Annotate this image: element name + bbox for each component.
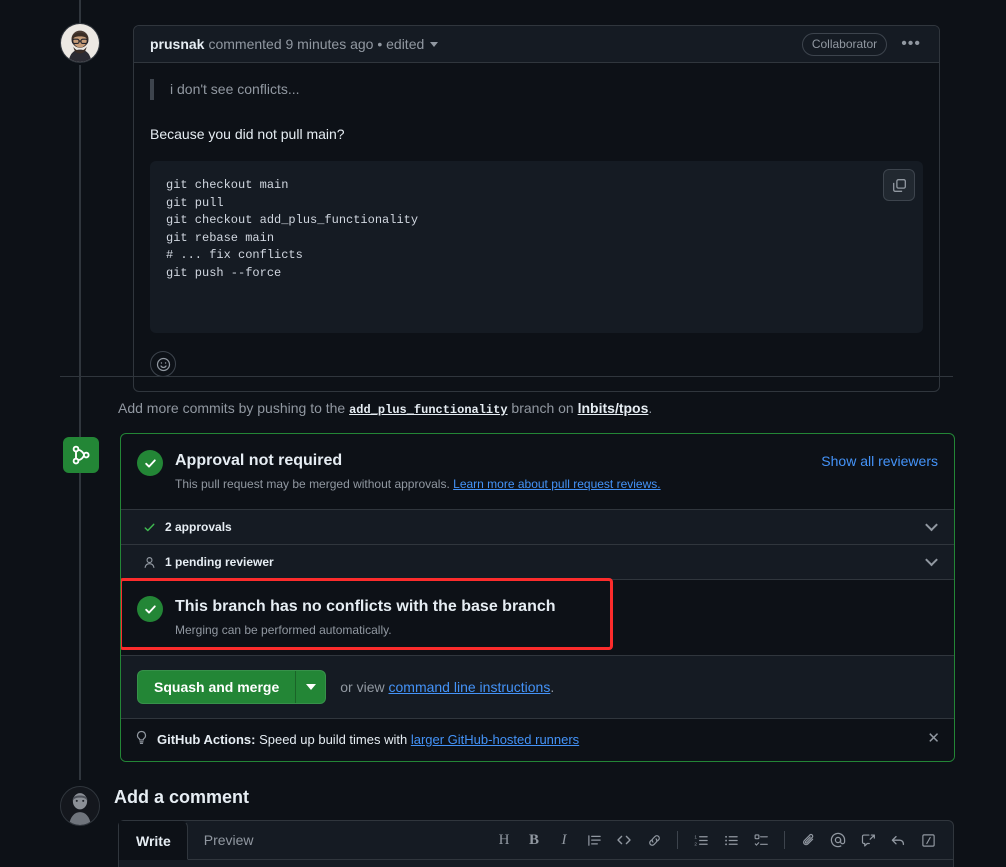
- task-list-icon[interactable]: [748, 827, 774, 853]
- comment-body: i don't see conflicts... Because you did…: [134, 63, 939, 391]
- approval-subtitle-text: This pull request may be merged without …: [175, 477, 450, 491]
- or-view-period: .: [550, 679, 555, 695]
- italic-icon[interactable]: I: [551, 827, 577, 853]
- comment-header-actions: Collaborator •••: [801, 26, 925, 62]
- timeline-rail-lower: [79, 473, 81, 780]
- merge-actions: Squash and merge or view command line in…: [121, 655, 954, 718]
- commits-notice-suffix: .: [648, 400, 653, 416]
- comment-editor: Write Preview H B I 1 2: [118, 820, 954, 867]
- squash-and-merge-group: Squash and merge: [137, 670, 327, 704]
- edit-history-caret-icon[interactable]: [430, 41, 439, 47]
- chevron-down-icon[interactable]: [925, 553, 938, 567]
- branch-link[interactable]: add_plus_functionality: [349, 403, 507, 417]
- link-icon[interactable]: [641, 827, 667, 853]
- status-badge: Collaborator: [801, 32, 888, 56]
- timeline-rail-top: [79, 0, 81, 25]
- toolbar-divider: [784, 831, 785, 849]
- avatar-prusnak[interactable]: [60, 23, 100, 63]
- person-icon: [143, 556, 165, 569]
- ordered-list-icon[interactable]: 1 2: [688, 827, 714, 853]
- reply-icon[interactable]: [885, 827, 911, 853]
- command-line-note: or view command line instructions.: [340, 679, 554, 695]
- toolbar-divider: [677, 831, 678, 849]
- attach-files-icon[interactable]: [795, 827, 821, 853]
- squash-and-merge-button[interactable]: Squash and merge: [138, 671, 295, 703]
- timeline-rail-mid: [79, 65, 81, 376]
- svg-text:1: 1: [694, 834, 697, 839]
- code-block-text: git checkout main git pull git checkout …: [166, 178, 419, 280]
- conflicts-subtitle: Merging can be performed automatically.: [175, 623, 392, 637]
- lightbulb-icon: [134, 730, 149, 750]
- check-icon: [137, 450, 163, 476]
- commits-notice-middle: branch on: [507, 400, 578, 416]
- code-icon[interactable]: [611, 827, 637, 853]
- row-pending-reviewer[interactable]: 1 pending reviewer: [121, 544, 954, 579]
- comment-header: prusnak commented 9 minutes ago • edited…: [134, 26, 939, 63]
- learn-more-link[interactable]: Learn more about pull request reviews.: [453, 477, 660, 491]
- editor-tabstrip: Write Preview H B I 1 2: [119, 821, 953, 860]
- bold-icon[interactable]: B: [521, 827, 547, 853]
- comment-menu-button[interactable]: •••: [897, 33, 925, 55]
- show-all-reviewers-link[interactable]: Show all reviewers: [821, 453, 938, 469]
- bold-glyph: B: [528, 831, 539, 848]
- add-more-commits-notice: Add more commits by pushing to the add_p…: [118, 398, 652, 420]
- comment-author[interactable]: prusnak: [150, 36, 204, 52]
- heading-icon[interactable]: H: [491, 827, 517, 853]
- check-icon: [137, 596, 163, 622]
- pull-request-timeline: prusnak commented 9 minutes ago • edited…: [0, 0, 1006, 867]
- or-view-text: or view: [340, 679, 389, 695]
- svg-text:2: 2: [694, 841, 697, 846]
- promo-text: Speed up build times with: [255, 732, 411, 747]
- mention-icon[interactable]: [825, 827, 851, 853]
- chevron-down-icon: [305, 684, 316, 690]
- merge-box: Approval not required This pull request …: [120, 433, 955, 762]
- repo-link[interactable]: lnbits/tpos: [578, 400, 649, 416]
- chevron-down-icon[interactable]: [925, 518, 938, 532]
- row-approvals[interactable]: 2 approvals: [121, 509, 954, 544]
- page-title: Add a comment: [114, 787, 250, 807]
- command-line-instructions-link[interactable]: command line instructions: [389, 679, 551, 695]
- commits-notice-prefix: Add more commits by pushing to the: [118, 400, 350, 416]
- git-merge-icon: [63, 437, 99, 473]
- unordered-list-icon[interactable]: [718, 827, 744, 853]
- heading-glyph: H: [498, 831, 510, 848]
- approval-subtitle: This pull request may be merged without …: [175, 475, 938, 493]
- github-actions-promo: GitHub Actions: Speed up build times wit…: [121, 718, 954, 761]
- code-block: git checkout main git pull git checkout …: [150, 161, 923, 333]
- comment-card: prusnak commented 9 minutes ago • edited…: [133, 25, 940, 392]
- approval-section: Approval not required This pull request …: [121, 434, 954, 509]
- row-approvals-label: 2 approvals: [165, 520, 232, 534]
- merge-dropdown-button[interactable]: [295, 671, 325, 703]
- avatar-current-user[interactable]: [60, 786, 100, 826]
- saved-replies-icon[interactable]: [855, 827, 881, 853]
- timeline-divider: [60, 376, 953, 377]
- comment-blockquote: i don't see conflicts...: [150, 79, 923, 100]
- tab-preview[interactable]: Preview: [188, 821, 271, 859]
- slash-command-icon[interactable]: [915, 827, 941, 853]
- check-icon: [143, 521, 165, 534]
- add-reaction-button[interactable]: [150, 351, 176, 377]
- conflicts-title: This branch has no conflicts with the ba…: [175, 598, 556, 615]
- quote-icon[interactable]: [581, 827, 607, 853]
- close-icon[interactable]: ✕: [927, 730, 940, 748]
- larger-runners-link[interactable]: larger GitHub-hosted runners: [411, 732, 579, 747]
- comment-paragraph: Because you did not pull main?: [150, 126, 345, 142]
- promo-label: GitHub Actions:: [157, 732, 256, 747]
- copy-icon[interactable]: [883, 169, 915, 201]
- conflicts-section: This branch has no conflicts with the ba…: [121, 578, 954, 655]
- comment-meta: commented 9 minutes ago • edited: [208, 36, 425, 52]
- timeline-rail-bottom: [79, 376, 81, 437]
- row-pending-reviewer-label: 1 pending reviewer: [165, 555, 274, 569]
- italic-glyph: I: [561, 831, 567, 848]
- markdown-toolbar: H B I 1 2: [491, 821, 953, 859]
- tab-write[interactable]: Write: [119, 821, 188, 860]
- bubble-arrow-fill: [133, 37, 134, 53]
